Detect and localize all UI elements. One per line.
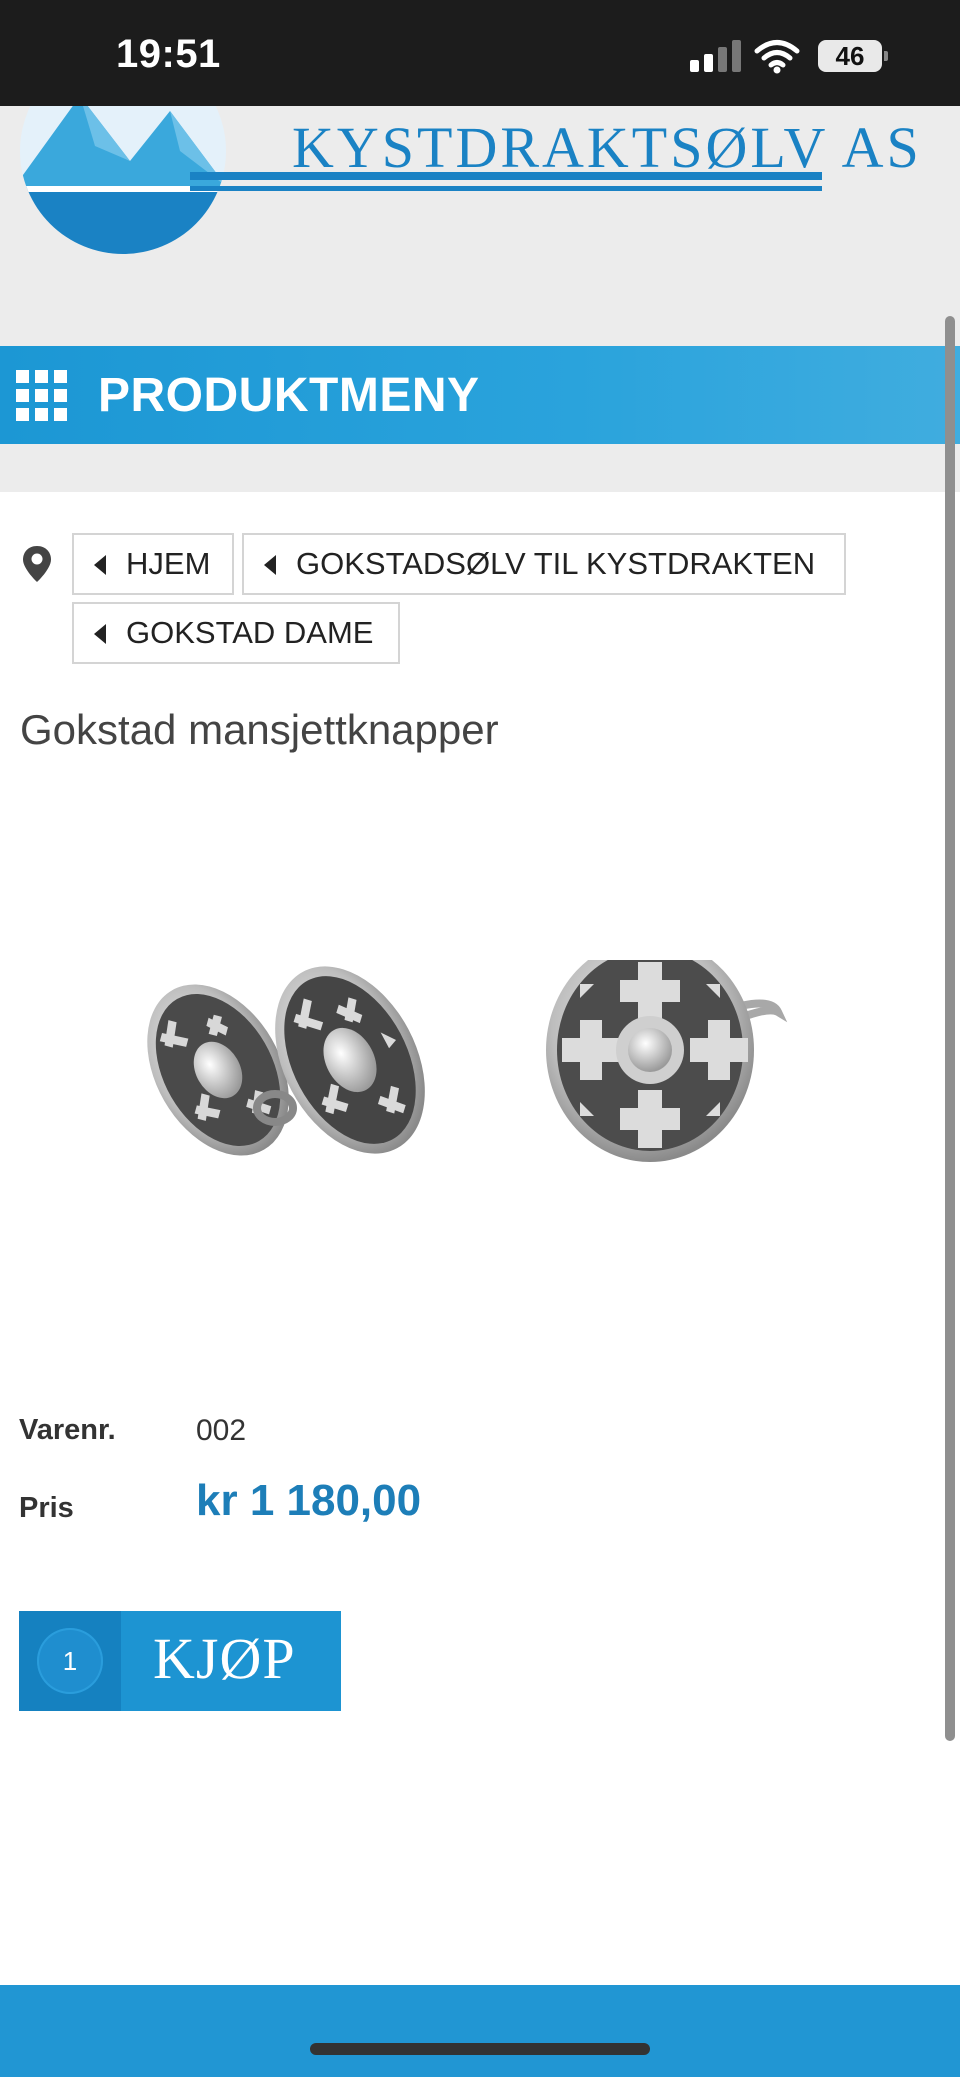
status-bar: 19:51 46 bbox=[0, 0, 960, 106]
wifi-icon bbox=[754, 38, 800, 74]
battery-icon: 46 bbox=[818, 40, 888, 72]
buy-label: KJØP bbox=[153, 1626, 296, 1691]
caret-left-icon bbox=[94, 555, 106, 575]
price-label: Pris bbox=[19, 1492, 74, 1524]
logo-text: KYSTDRAKTSØLV AS bbox=[292, 115, 922, 180]
breadcrumb-item-hjem[interactable]: HJEM bbox=[72, 533, 234, 595]
caret-left-icon bbox=[94, 624, 106, 644]
scrollbar[interactable] bbox=[945, 316, 955, 1741]
battery-level: 46 bbox=[835, 41, 865, 71]
product-title: Gokstad mansjettknapper bbox=[20, 706, 499, 753]
product-menu-label: PRODUKTMENY bbox=[98, 369, 480, 422]
sku-label: Varenr. bbox=[19, 1414, 116, 1446]
site-header: KYSTDRAKTSØLV AS PRODUKTMENY bbox=[0, 106, 960, 492]
sku-value: 002 bbox=[196, 1414, 247, 1447]
product-image[interactable] bbox=[100, 938, 820, 1220]
site-logo[interactable]: KYSTDRAKTSØLV AS bbox=[20, 106, 919, 296]
product-menu-bar[interactable]: PRODUKTMENY bbox=[0, 346, 960, 444]
cellular-signal-icon bbox=[690, 40, 742, 72]
quantity-input[interactable]: 1 bbox=[37, 1628, 103, 1694]
location-pin-icon bbox=[22, 545, 52, 583]
breadcrumb-item-gokstad-dame[interactable]: GOKSTAD DAME bbox=[72, 602, 400, 664]
grid-icon bbox=[16, 370, 68, 422]
caret-left-icon bbox=[264, 555, 276, 575]
status-time: 19:51 bbox=[116, 32, 221, 76]
buy-button[interactable]: 1 KJØP bbox=[19, 1611, 341, 1711]
footer-bar bbox=[0, 1985, 960, 2077]
price-value: kr 1 180,00 bbox=[196, 1476, 422, 1525]
quantity-container: 1 bbox=[19, 1611, 121, 1711]
breadcrumb-label: GOKSTADSØLV TIL KYSTDRAKTEN bbox=[296, 546, 816, 581]
breadcrumb-item-gokstadsolv[interactable]: GOKSTADSØLV TIL KYSTDRAKTEN bbox=[242, 533, 846, 595]
breadcrumb-label: HJEM bbox=[126, 546, 211, 581]
breadcrumb-label: GOKSTAD DAME bbox=[126, 615, 374, 650]
home-indicator[interactable] bbox=[310, 2043, 650, 2055]
